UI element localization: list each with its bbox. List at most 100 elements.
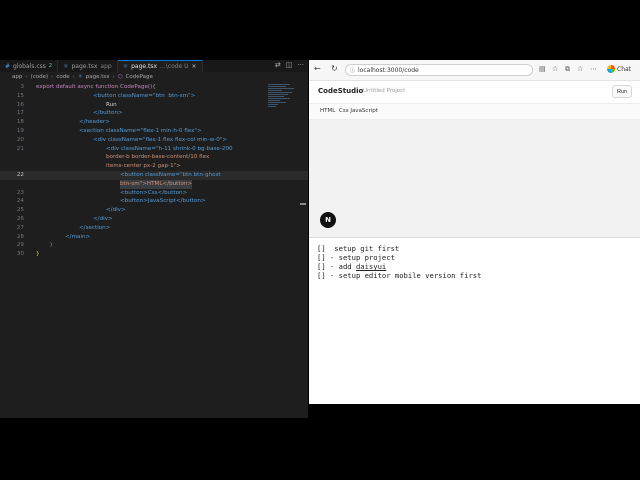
tab-badge: app — [100, 62, 112, 70]
chat-label: Chat — [617, 65, 632, 73]
breadcrumb-item[interactable]: page.tsx — [86, 74, 110, 80]
code-text: </header> — [79, 119, 110, 126]
split-editor-icon[interactable]: ◫ — [286, 61, 293, 69]
app-header: CodeStudio Untitled Project Run — [309, 81, 640, 104]
browser-toolbar: ← ↻ ⓘ localhost:3000/code ▤ ☆ ⧉ ☆ ⋯ Chat — [309, 60, 640, 81]
chevron-right-icon: › — [51, 74, 54, 80]
code-text: border-b border-base-content/10 flex — [106, 154, 210, 161]
line-number: 30 — [16, 251, 24, 258]
editor-preview-area[interactable]: N — [309, 120, 640, 238]
code-line: 24 <button>JavaScript</button> — [0, 197, 308, 206]
line-number: 21 — [16, 145, 24, 152]
code-line-current: 22 <button className="btn btn-ghost — [0, 170, 308, 180]
tab-badge: 2 — [48, 63, 53, 69]
code-line: border-b border-base-content/10 flex — [0, 153, 308, 162]
tab-page-tsx-app[interactable]: ⚛ page.tsx app — [58, 60, 118, 72]
code-line: 23 <button>Css</button> — [0, 189, 308, 198]
code-text: <section className="flex-1 min-h-0 flex"… — [79, 127, 202, 134]
code-line: 19 <section className="flex-1 min-h-0 fle… — [0, 127, 308, 136]
code-text: <button className="btn btn-sm"> — [93, 92, 196, 99]
line-number: 3 — [20, 84, 24, 90]
project-name: Untitled Project — [363, 88, 406, 94]
code-area[interactable]: 3 export default async function CodePage(… — [0, 83, 308, 259]
run-button[interactable]: Run — [612, 85, 632, 98]
code-text: items-center px-2 gap-1"> — [106, 163, 181, 170]
app-brand[interactable]: CodeStudio — [318, 87, 363, 95]
breadcrumb-item[interactable]: CodePage — [126, 74, 153, 80]
code-line: 3 export default async function CodePage(… — [0, 83, 308, 92]
reader-mode-icon[interactable]: ▤ — [539, 65, 546, 73]
tab-page-tsx-code[interactable]: ⚛ page.tsx ...\code U × — [117, 60, 203, 72]
editor-tab-bar: # globals.css 2 ⚛ page.tsx app ⚛ page.ts… — [0, 60, 308, 72]
code-line: 26 </div> — [0, 215, 308, 224]
code-text: } — [36, 251, 40, 258]
info-icon: ⓘ — [350, 67, 356, 74]
tab-globals-css[interactable]: # globals.css 2 — [0, 60, 59, 72]
todo-link: daisyui — [355, 262, 387, 271]
breadcrumb-item[interactable]: (code) — [31, 74, 49, 80]
react-file-icon: ⚛ — [77, 74, 83, 80]
more-icon[interactable]: ⋯ — [590, 65, 597, 73]
html-tab[interactable]: HTML — [320, 108, 335, 114]
more-icon[interactable]: ··· — [297, 61, 304, 69]
code-text: ) — [50, 242, 53, 249]
refresh-icon[interactable]: ↻ — [331, 64, 338, 73]
line-number: 29 — [16, 242, 24, 249]
code-text: <div className="flex-1 flex flex-col min… — [93, 136, 228, 143]
code-line: 29) — [0, 241, 308, 250]
code-line: 15 <button className="btn btn-sm"> — [0, 92, 308, 101]
address-bar[interactable]: ⓘ localhost:3000/code — [345, 64, 533, 76]
code-text: <button>Css</button> — [120, 189, 188, 196]
nextjs-dev-badge[interactable]: N — [320, 212, 336, 228]
compare-icon[interactable]: ⇄ — [275, 61, 281, 69]
code-line: 21 <div className="h-11 shrink-0 bg-base-… — [0, 145, 308, 154]
back-icon[interactable]: ← — [314, 64, 321, 73]
breadcrumb-item[interactable]: code — [56, 74, 69, 80]
code-text: </div> — [106, 207, 126, 214]
line-number: 28 — [16, 233, 24, 240]
code-line: items-center px-2 gap-1"> — [0, 162, 308, 171]
line-number: 19 — [16, 127, 24, 134]
minimap[interactable] — [268, 84, 298, 108]
breadcrumb: app › (code) › code › ⚛ page.tsx › ⬡ CodePage — [12, 74, 153, 80]
line-number: 27 — [16, 224, 24, 231]
line-number: 25 — [16, 207, 24, 214]
css-file-icon: # — [5, 62, 11, 70]
chevron-right-icon: › — [112, 74, 115, 80]
line-number: 15 — [16, 92, 24, 99]
line-number: 24 — [16, 198, 24, 205]
react-file-icon: ⚛ — [122, 63, 129, 70]
url-text: localhost:3000/code — [358, 66, 419, 74]
close-icon[interactable]: × — [192, 63, 197, 70]
line-number: 22 — [16, 171, 24, 178]
line-number: 20 — [16, 136, 24, 143]
css-javascript-tab[interactable]: Css JavaScript — [339, 108, 378, 114]
chevron-right-icon: › — [25, 74, 28, 80]
code-line: btn-sm">HTML</button> — [0, 179, 308, 189]
todo-item: [] - add daisyui — [317, 262, 387, 271]
chevron-right-icon: › — [72, 74, 75, 80]
scroll-indicator[interactable] — [300, 203, 306, 205]
copilot-chat-button[interactable]: Chat — [607, 65, 631, 73]
code-text: Run — [106, 101, 117, 108]
breadcrumb-item[interactable]: app — [12, 74, 22, 80]
code-line: 17 </button> — [0, 109, 308, 118]
tab-label: page.tsx — [131, 63, 158, 70]
code-text: </main> — [65, 233, 91, 240]
code-line: 18 </header> — [0, 118, 308, 127]
react-file-icon: ⚛ — [63, 62, 69, 70]
tab-label: page.tsx — [71, 62, 98, 70]
todo-item: [] - setup project — [317, 253, 395, 262]
code-line: 27 </section> — [0, 224, 308, 233]
collections-icon[interactable]: ☆ — [577, 65, 583, 73]
extensions-icon[interactable]: ⧉ — [565, 65, 570, 74]
code-line: 25 </div> — [0, 206, 308, 215]
code-line: 30} — [0, 250, 308, 259]
favorite-icon[interactable]: ☆ — [552, 65, 558, 73]
line-number: 16 — [16, 101, 24, 108]
code-text: <button className="btn btn-ghost — [120, 171, 221, 178]
code-editor: # globals.css 2 ⚛ page.tsx app ⚛ page.ts… — [0, 60, 308, 418]
code-text: </section> — [79, 224, 111, 231]
function-icon: ⬡ — [117, 74, 123, 80]
line-number: 23 — [16, 189, 24, 196]
